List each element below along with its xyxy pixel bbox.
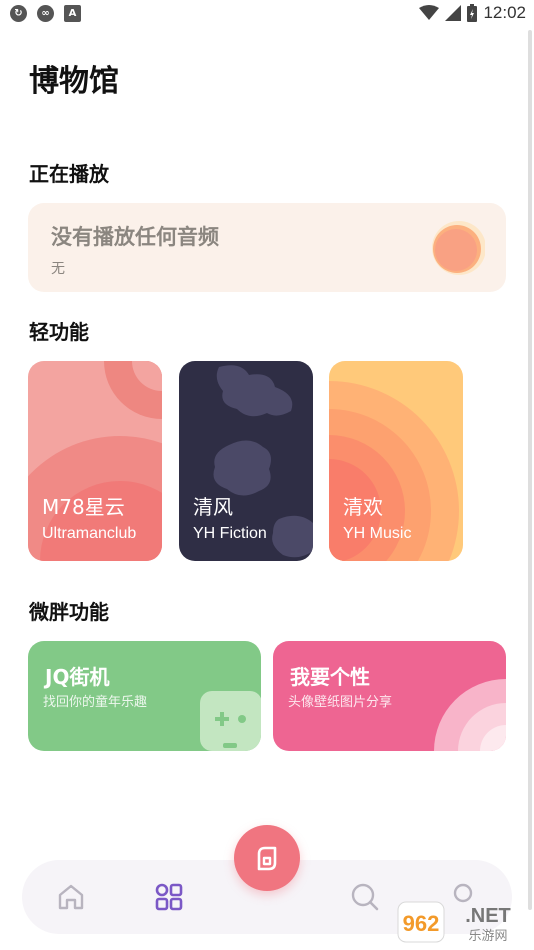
sync-icon: ↻	[10, 5, 27, 22]
link-icon: ∞	[37, 5, 54, 22]
personality-card[interactable]: 我要个性 头像壁纸图片分享	[273, 641, 506, 751]
m78-card-subtitle: Ultramanclub	[42, 525, 137, 542]
lite-features-heading: 轻功能	[29, 320, 89, 344]
personality-card-title: 我要个性	[290, 665, 370, 689]
battery-icon	[467, 4, 478, 22]
arcade-card-title: JQ街机	[45, 665, 110, 689]
fab-library-button[interactable]	[234, 825, 300, 891]
home-icon	[58, 884, 84, 910]
arcade-card[interactable]: JQ街机 找回你的童年乐趣	[28, 641, 261, 751]
weipang-features-heading: 微胖功能	[29, 600, 109, 624]
fiction-card-title: 清风	[193, 495, 233, 519]
search-icon	[351, 883, 379, 911]
notification-icons: ↻ ∞ A	[10, 5, 81, 22]
status-bar: ↻ ∞ A 12:02	[0, 0, 534, 28]
page-title: 博物馆	[29, 64, 119, 99]
m78-card[interactable]: M78星云 Ultramanclub	[28, 361, 162, 561]
svg-text:乐游网: 乐游网	[468, 929, 507, 944]
personality-card-desc: 头像壁纸图片分享	[288, 695, 393, 710]
nav-search[interactable]	[346, 878, 384, 916]
now-playing-title: 没有播放任何音频	[51, 225, 219, 249]
signal-icon	[445, 5, 462, 21]
music-card-title: 清欢	[343, 495, 383, 519]
scrollbar[interactable]	[528, 30, 532, 910]
music-card[interactable]: 清欢 YH Music	[329, 361, 463, 561]
grid-icon	[155, 883, 183, 911]
fiction-card[interactable]: 清风 YH Fiction	[179, 361, 313, 561]
music-disc-icon	[432, 221, 485, 275]
arcade-card-desc: 找回你的童年乐趣	[43, 695, 148, 710]
clock: 12:02	[483, 3, 526, 22]
nav-grid[interactable]	[150, 878, 188, 916]
svg-text:.NET: .NET	[465, 905, 511, 927]
m78-card-title: M78星云	[42, 495, 125, 519]
now-playing-subtitle: 无	[51, 261, 65, 277]
music-card-subtitle: YH Music	[343, 525, 412, 542]
now-playing-card[interactable]: 没有播放任何音频 无	[28, 203, 506, 292]
now-playing-heading: 正在播放	[29, 162, 109, 186]
watermark-logo: 962 .NET 乐游网	[396, 898, 530, 946]
fiction-card-subtitle: YH Fiction	[193, 525, 267, 542]
svg-text:962: 962	[403, 911, 440, 936]
library-icon	[257, 846, 277, 871]
nav-home[interactable]	[52, 878, 90, 916]
wifi-icon	[419, 5, 440, 20]
font-icon: A	[64, 5, 81, 22]
